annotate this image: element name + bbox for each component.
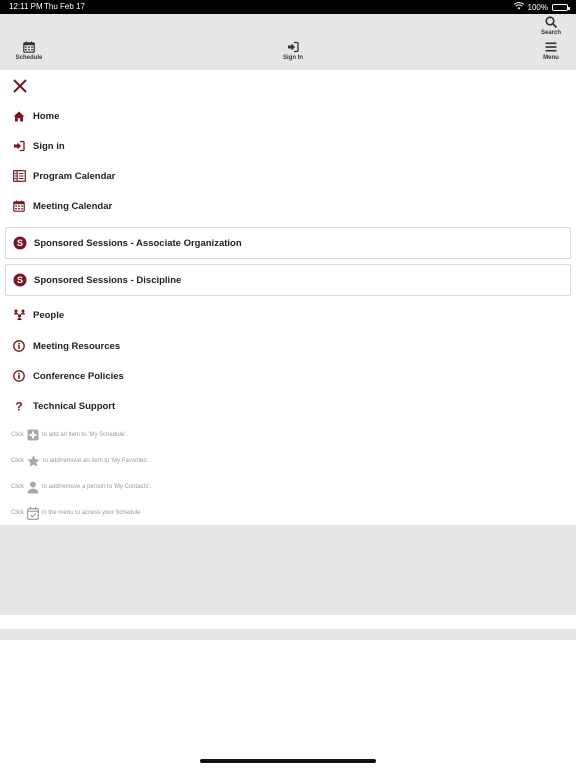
top-toolbar: Search Schedule Sign In Menu xyxy=(0,14,576,70)
toolbar-signin-button[interactable]: Sign In xyxy=(278,41,308,61)
menu-item-technical-support[interactable]: ? Technical Support xyxy=(12,396,115,416)
menu-item-meeting-calendar[interactable]: Meeting Calendar xyxy=(12,196,112,216)
menu-item-label: Sign in xyxy=(33,140,65,152)
person-icon xyxy=(27,481,39,494)
info-icon xyxy=(12,369,26,383)
svg-text:S: S xyxy=(17,275,23,285)
close-menu-button[interactable] xyxy=(12,78,28,94)
menu-item-home[interactable]: Home xyxy=(12,106,59,126)
hint-schedule: Click to add an item to 'My Schedule'. xyxy=(11,428,127,442)
menu-item-label: Meeting Resources xyxy=(33,340,121,352)
hamburger-icon xyxy=(545,42,557,52)
home-indicator[interactable] xyxy=(200,759,376,763)
status-date: Thu Feb 17 xyxy=(44,2,85,11)
close-icon xyxy=(13,79,27,93)
divider-strip xyxy=(0,629,576,640)
people-icon xyxy=(12,308,26,322)
sponsored-s-icon: S xyxy=(13,236,27,250)
schedule-button[interactable]: Schedule xyxy=(14,41,44,61)
hint-menu-schedule: Click in the menu to access your Schedul… xyxy=(11,506,140,520)
schedule-label: Schedule xyxy=(15,55,43,61)
info-icon xyxy=(12,339,26,353)
calendar-check-icon xyxy=(27,506,39,520)
calendar-icon xyxy=(23,41,35,53)
menu-item-sponsored-associate[interactable]: S Sponsored Sessions - Associate Organiz… xyxy=(5,227,571,259)
menu-item-label: Technical Support xyxy=(33,400,116,412)
menu-label: Menu xyxy=(543,55,559,61)
menu-item-conference-policies[interactable]: Conference Policies xyxy=(12,366,124,386)
svg-text:S: S xyxy=(17,238,23,248)
hint-text: Click xyxy=(11,484,24,490)
hint-text: Click xyxy=(11,458,24,464)
search-button[interactable]: Search xyxy=(537,16,565,36)
calendar-icon xyxy=(12,199,26,213)
status-bar: 12:11 PM Thu Feb 17 100% xyxy=(0,0,576,14)
wifi-icon xyxy=(513,2,524,12)
question-icon: ? xyxy=(12,399,26,413)
hint-text: in the menu to access your Schedule xyxy=(42,510,141,516)
status-time: 12:11 PM xyxy=(9,2,43,11)
menu-item-sponsored-discipline[interactable]: S Sponsored Sessions - Discipline xyxy=(5,264,571,296)
battery-icon xyxy=(552,3,570,11)
hint-favorites: Click to add/remove an item to 'My Favor… xyxy=(11,454,149,468)
menu-item-meeting-resources[interactable]: Meeting Resources xyxy=(12,336,120,356)
menu-item-label: Sponsored Sessions - Associate Organizat… xyxy=(34,237,242,249)
signin-label: Sign In xyxy=(283,55,303,61)
sponsored-s-icon: S xyxy=(13,273,27,287)
menu-item-label: People xyxy=(33,309,65,321)
hint-text: Click xyxy=(11,510,24,516)
menu-item-signin[interactable]: Sign in xyxy=(12,136,65,156)
menu-item-people[interactable]: People xyxy=(12,305,64,325)
star-icon xyxy=(27,455,40,467)
hint-text: to add/remove a person to 'My Contacts'. xyxy=(42,484,152,490)
search-icon xyxy=(545,16,557,28)
hint-text: to add an item to 'My Schedule'. xyxy=(42,432,128,438)
menu-item-label: Program Calendar xyxy=(33,170,116,182)
home-icon xyxy=(12,109,26,123)
hint-text: to add/remove an item to 'My Favorites'. xyxy=(43,458,150,464)
menu-item-label: Home xyxy=(33,110,60,122)
add-schedule-icon xyxy=(27,429,39,441)
menu-item-label: Sponsored Sessions - Discipline xyxy=(34,274,182,286)
hint-contacts: Click to add/remove a person to 'My Cont… xyxy=(11,480,151,494)
menu-item-label: Conference Policies xyxy=(33,370,124,382)
hint-text: Click xyxy=(11,432,24,438)
svg-text:?: ? xyxy=(15,400,22,412)
sign-in-icon xyxy=(12,139,26,153)
status-right: 100% xyxy=(513,2,570,12)
menu-item-label: Meeting Calendar xyxy=(33,200,113,212)
battery-percent: 100% xyxy=(527,2,548,12)
search-label: Search xyxy=(540,30,561,36)
menu-item-program-calendar[interactable]: Program Calendar xyxy=(12,166,115,186)
program-calendar-icon xyxy=(12,169,26,183)
empty-content-area xyxy=(0,525,576,615)
sign-in-icon xyxy=(288,41,299,53)
menu-button[interactable]: Menu xyxy=(537,41,565,61)
